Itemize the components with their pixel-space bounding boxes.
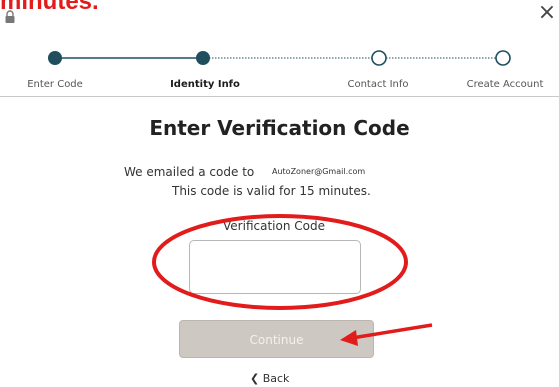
email-address: AutoZoner@Gmail.com bbox=[272, 167, 366, 176]
step-label-create-account: Create Account bbox=[466, 79, 544, 90]
stepper-divider bbox=[0, 96, 559, 97]
step-dot-enter-code bbox=[48, 51, 62, 65]
stepper-track bbox=[48, 50, 511, 66]
step-dot-create-account bbox=[495, 50, 511, 66]
back-label: Back bbox=[262, 372, 290, 385]
continue-button[interactable]: Continue bbox=[179, 320, 374, 358]
step-label-enter-code: Enter Code bbox=[27, 79, 83, 90]
code-validity-message: This code is valid for 15 minutes. bbox=[172, 184, 371, 198]
step-dot-identity-info bbox=[196, 51, 210, 65]
page-title: Enter Verification Code bbox=[149, 116, 410, 140]
progress-stepper: Enter Code Identity Info Contact Info Cr… bbox=[0, 44, 559, 94]
verification-code-label: Verification Code bbox=[223, 219, 325, 233]
step-dot-contact-info bbox=[371, 50, 387, 66]
verification-code-input[interactable] bbox=[189, 240, 361, 294]
back-link[interactable]: ❮ Back bbox=[250, 372, 289, 385]
close-icon[interactable]: × bbox=[536, 2, 558, 24]
step-label-contact-info: Contact Info bbox=[347, 79, 409, 90]
email-sent-message: We emailed a code to bbox=[124, 165, 255, 179]
lock-icon bbox=[5, 10, 15, 23]
chevron-left-icon: ❮ bbox=[250, 372, 260, 385]
step-label-identity-info: Identity Info bbox=[170, 79, 240, 90]
